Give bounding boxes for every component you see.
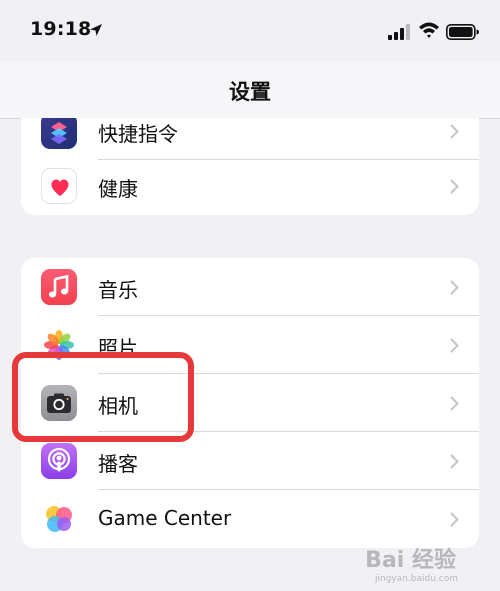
chevron-right-icon [450,179,459,194]
settings-row-label: 健康 [98,177,138,201]
settings-group-apps-1: 快捷指令 健康 [21,118,479,215]
chevron-right-icon [450,396,459,411]
settings-row-health[interactable]: 健康 [21,157,479,215]
shortcuts-icon [41,118,77,149]
podcasts-icon [41,443,77,479]
chevron-right-icon [450,512,459,527]
settings-row-label: 播客 [98,452,138,476]
game-center-icon [41,501,77,537]
settings-row-label: 快捷指令 [98,122,178,146]
settings-row-music[interactable]: 音乐 [21,258,479,316]
settings-row-label: 音乐 [98,278,138,302]
chevron-right-icon [450,338,459,353]
wifi-icon [419,22,439,38]
chevron-right-icon [450,280,459,295]
status-time: 19:18 [30,18,92,40]
settings-row-shortcuts[interactable]: 快捷指令 [21,118,479,160]
page-title: 设置 [229,80,271,104]
cellular-signal-icon [388,24,410,40]
baidu-watermark-logo: Bai 经验 [365,548,456,573]
location-arrow-icon [90,24,102,36]
chevron-right-icon [450,124,459,139]
camera-highlight-annotation [12,352,194,442]
health-heart-icon [41,168,77,204]
battery-icon [446,24,479,40]
settings-row-game-center[interactable]: Game Center [21,490,479,548]
status-bar: 19:18 [0,0,500,62]
navigation-bar: 设置 [0,62,500,119]
chevron-right-icon [450,454,459,469]
music-icon [41,269,77,305]
settings-row-label: Game Center [98,506,232,530]
baidu-watermark-url: jingyan.baidu.com [374,574,458,584]
